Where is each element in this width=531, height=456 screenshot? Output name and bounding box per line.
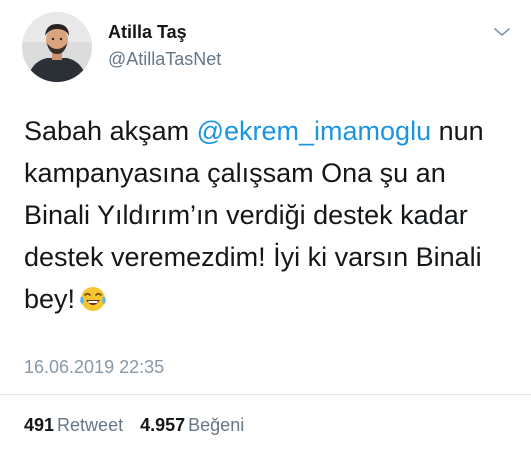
avatar[interactable] — [22, 12, 92, 82]
tweet-timestamp[interactable]: 16.06.2019 22:35 — [24, 357, 164, 378]
tweet-text-segment: bey! — [24, 284, 76, 314]
likes-stat[interactable]: 4.957 Beğeni — [140, 415, 244, 435]
profile-photo-icon — [22, 12, 92, 82]
mention-link[interactable]: @ekrem_imamoglu — [197, 116, 431, 146]
tweet-text-segment: nun — [431, 116, 484, 146]
tweet-line: destek veremezdim! İyi ki varsın Binali — [24, 242, 482, 272]
tweet-text-segment: Sabah akşam — [24, 116, 197, 146]
user-handle[interactable]: @AtillaTasNet — [108, 49, 221, 70]
tweet-line: bey! — [24, 278, 524, 320]
retweets-stat[interactable]: 491 Retweet — [24, 415, 123, 435]
likes-count: 4.957 — [140, 415, 186, 435]
tweet-card: Atilla Taş @AtillaTasNet Sabah akşam @ek… — [0, 0, 531, 456]
display-name[interactable]: Atilla Taş — [108, 22, 187, 43]
tweet-menu-button[interactable] — [492, 24, 512, 40]
likes-label: Beğeni — [188, 415, 245, 435]
retweets-label: Retweet — [57, 415, 124, 435]
retweets-count: 491 — [24, 415, 55, 435]
tears-of-joy-emoji-icon — [79, 283, 107, 311]
tweet-line: kampanyasına çalışsam Ona şu an — [24, 158, 446, 188]
chevron-down-icon — [494, 28, 510, 36]
tweet-line: Binali Yıldırım’ın verdiği destek kadar — [24, 200, 468, 230]
divider — [0, 394, 531, 395]
tweet-text: Sabah akşam @ekrem_imamoglu nun kampanya… — [24, 110, 524, 320]
tweet-stats: 491 Retweet 4.957 Beğeni — [24, 415, 256, 436]
tweet-line: Sabah akşam @ekrem_imamoglu nun — [24, 110, 524, 152]
